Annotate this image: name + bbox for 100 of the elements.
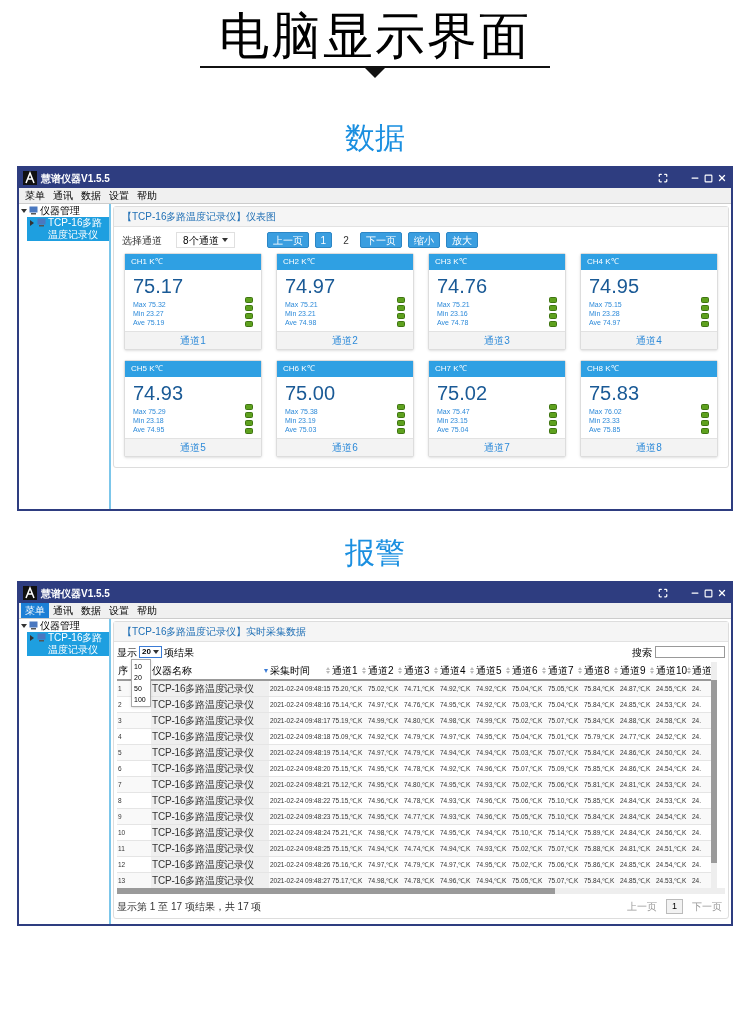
reading-value: 75.17	[133, 274, 185, 298]
computer-icon	[37, 633, 46, 642]
caret-icon	[221, 237, 228, 243]
computer-icon	[29, 206, 38, 215]
tree-item[interactable]: 仪器管理	[19, 620, 109, 632]
computer-icon	[37, 218, 46, 227]
close-icon[interactable]	[717, 588, 727, 598]
table-cell: TCP-16多路温度记录仪	[151, 776, 269, 793]
table-cell: TCP-16多路温度记录仪	[151, 824, 269, 841]
table-cell: TCP-16多路温度记录仪	[151, 872, 269, 888]
card-footer: 通道4	[581, 331, 717, 349]
card-footer: 通道7	[429, 438, 565, 456]
menu-item[interactable]: 数据	[77, 603, 105, 618]
status-light-icon	[397, 428, 405, 434]
table-cell: TCP-16多路温度记录仪	[151, 808, 269, 825]
status-light-icon	[397, 404, 405, 410]
table-cell: TCP-16多路温度记录仪	[151, 728, 269, 745]
card-footer: 通道1	[125, 331, 261, 349]
status-light-icon	[245, 420, 253, 426]
menu-item[interactable]: 帮助	[133, 188, 161, 203]
card-header: CH6 K℃	[277, 361, 413, 377]
table-info: 显示第 1 至 17 项结果，共 17 项	[117, 899, 262, 914]
app-logo-icon	[23, 171, 37, 185]
card-header: CH2 K℃	[277, 254, 413, 270]
status-light-icon	[397, 305, 405, 311]
card-header: CH7 K℃	[429, 361, 565, 377]
table-cell: TCP-16多路温度记录仪	[151, 712, 269, 729]
maximize-icon[interactable]	[704, 173, 713, 183]
app-logo-icon	[23, 586, 37, 600]
card-footer: 通道8	[581, 438, 717, 456]
status-light-icon	[701, 305, 709, 311]
page-size-select[interactable]: 20	[139, 646, 162, 658]
status-light-icon	[397, 412, 405, 418]
status-light-icon	[701, 428, 709, 434]
reading-value: 74.95	[589, 274, 641, 298]
reading-value: 74.97	[285, 274, 337, 298]
tree-item[interactable]: 仪器管理	[19, 205, 109, 217]
status-light-icon	[245, 428, 253, 434]
table-cell: TCP-16多路温度记录仪	[151, 696, 269, 713]
table-cell: TCP-16多路温度记录仪	[151, 760, 269, 777]
status-light-icon	[701, 297, 709, 303]
card-header: CH3 K℃	[429, 254, 565, 270]
menu-item[interactable]: 菜单	[21, 603, 49, 618]
menu-item[interactable]: 通讯	[49, 188, 77, 203]
status-light-icon	[701, 412, 709, 418]
table-cell: TCP-16多路温度记录仪	[151, 840, 269, 857]
menu-item[interactable]: 设置	[105, 603, 133, 618]
status-light-icon	[245, 305, 253, 311]
table-cell: TCP-16多路温度记录仪	[151, 792, 269, 809]
status-light-icon	[245, 313, 253, 319]
search-label: 搜索	[632, 645, 652, 660]
status-light-icon	[245, 321, 253, 327]
menu-item[interactable]: 设置	[105, 188, 133, 203]
status-light-icon	[245, 297, 253, 303]
reading-value: 74.93	[133, 381, 185, 405]
status-light-icon	[397, 321, 405, 327]
status-light-icon	[549, 428, 557, 434]
window-title: 慧谱仪器V1.5.5	[41, 586, 110, 601]
scrollbar-thumb[interactable]	[711, 680, 717, 864]
status-light-icon	[245, 412, 253, 418]
status-light-icon	[397, 297, 405, 303]
window-title: 慧谱仪器V1.5.5	[41, 171, 110, 186]
status-light-icon	[701, 420, 709, 426]
table-cell: TCP-16多路温度记录仪	[151, 856, 269, 873]
computer-icon	[29, 621, 38, 630]
reading-value: 75.02	[437, 381, 489, 405]
menu-item[interactable]: 数据	[77, 188, 105, 203]
scrollbar-thumb[interactable]	[117, 888, 555, 894]
fullscreen-icon[interactable]	[658, 588, 668, 598]
section-heading: 报警	[345, 535, 405, 571]
status-light-icon	[245, 404, 253, 410]
card-footer: 通道3	[429, 331, 565, 349]
card-footer: 通道6	[277, 438, 413, 456]
status-light-icon	[549, 305, 557, 311]
length-suffix: 项结果	[163, 645, 194, 660]
panel-header: 【TCP-16多路温度记录仪】仪表图	[114, 207, 728, 227]
status-light-icon	[701, 313, 709, 319]
close-icon[interactable]	[717, 173, 727, 183]
status-light-icon	[549, 420, 557, 426]
length-label: 显示	[117, 645, 137, 660]
card-footer: 通道5	[125, 438, 261, 456]
status-light-icon	[549, 321, 557, 327]
status-light-icon	[549, 313, 557, 319]
panel-header: 【TCP-16多路温度记录仪】实时采集数据	[114, 622, 728, 642]
reading-value: 74.76	[437, 274, 489, 298]
card-header: CH1 K℃	[125, 254, 261, 270]
status-light-icon	[701, 321, 709, 327]
channel-select[interactable]: 8个通道	[176, 232, 235, 248]
status-light-icon	[549, 297, 557, 303]
fullscreen-icon[interactable]	[658, 173, 668, 183]
maximize-icon[interactable]	[704, 588, 713, 598]
page-button[interactable]: 1	[666, 898, 683, 914]
status-light-icon	[549, 404, 557, 410]
menu-item[interactable]: 通讯	[49, 603, 77, 618]
section-heading: 数据	[345, 120, 405, 156]
status-light-icon	[397, 420, 405, 426]
menu-item[interactable]: 菜单	[21, 188, 49, 203]
reading-value: 75.00	[285, 381, 337, 405]
menu-item[interactable]: 帮助	[133, 603, 161, 618]
search-field[interactable]	[655, 646, 725, 658]
